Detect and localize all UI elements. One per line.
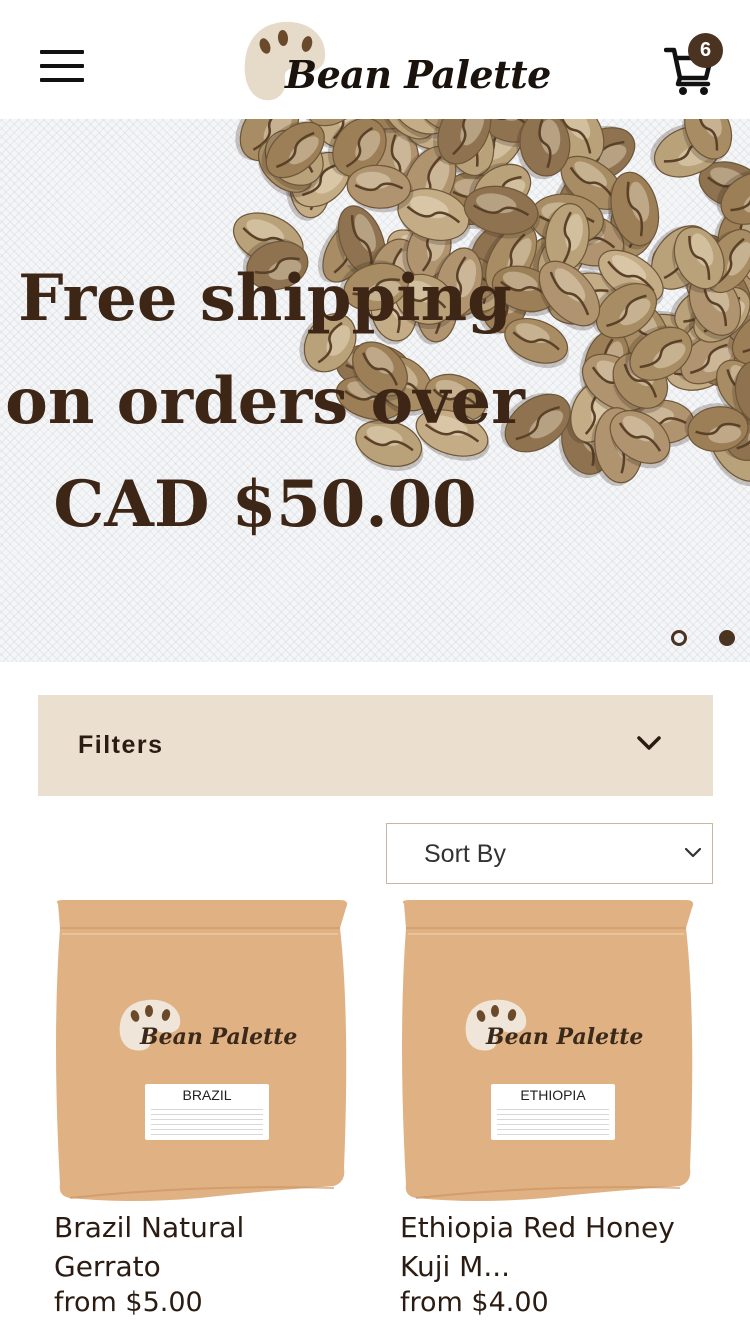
bag-label-lines bbox=[151, 1107, 263, 1135]
product-name-line-1: Ethiopia Red Honey bbox=[400, 1211, 675, 1244]
product-name-line-1: Brazil Natural bbox=[54, 1211, 245, 1244]
product-card[interactable]: Bean Palette ETHIOPIA Ethiopia Red Honey… bbox=[396, 898, 696, 1318]
product-name[interactable]: Ethiopia Red Honey Kuji M... bbox=[400, 1208, 700, 1286]
cart-button[interactable]: 6 bbox=[662, 33, 728, 98]
site-header: Bean Palette 6 bbox=[0, 0, 750, 119]
bag-brand-text: Bean Palette bbox=[140, 1024, 298, 1050]
product-price: from $5.00 bbox=[54, 1287, 203, 1318]
product-card[interactable]: Bean Palette BRAZIL Brazil Natural Gerra… bbox=[50, 898, 350, 1318]
hero-line-2: on orders over bbox=[5, 364, 525, 439]
product-bag-image bbox=[402, 900, 694, 1201]
logo-text: Bean Palette bbox=[285, 52, 551, 97]
carousel-dot-1[interactable] bbox=[671, 630, 687, 646]
sort-by-label: Sort By bbox=[424, 840, 506, 868]
product-price: from $4.00 bbox=[400, 1287, 549, 1318]
hero-banner[interactable]: Free shipping on orders over CAD $50.00 bbox=[0, 119, 750, 662]
hamburger-menu-icon[interactable] bbox=[40, 50, 84, 86]
chevron-down-icon bbox=[684, 847, 702, 858]
filters-toggle[interactable]: Filters bbox=[38, 695, 713, 796]
bag-label: ETHIOPIA bbox=[491, 1084, 615, 1140]
filters-label: Filters bbox=[78, 731, 164, 759]
bag-brand-text: Bean Palette bbox=[486, 1024, 644, 1050]
bag-origin-text: BRAZIL bbox=[182, 1087, 232, 1103]
bag-label-lines bbox=[497, 1107, 609, 1135]
bag-label: BRAZIL bbox=[145, 1084, 269, 1140]
hero-line-3: CAD $50.00 bbox=[53, 467, 477, 542]
product-name-line-2: Kuji M... bbox=[400, 1250, 511, 1283]
hero-headline: Free shipping on orders over CAD $50.00 bbox=[0, 247, 530, 556]
sort-by-select[interactable]: Sort By bbox=[386, 823, 713, 884]
bag-origin-text: ETHIOPIA bbox=[520, 1087, 586, 1103]
product-name-line-2: Gerrato bbox=[54, 1250, 161, 1283]
product-bag-image bbox=[56, 900, 348, 1201]
carousel-dot-2[interactable] bbox=[719, 630, 735, 646]
chevron-down-icon bbox=[637, 736, 661, 750]
product-name[interactable]: Brazil Natural Gerrato bbox=[54, 1208, 354, 1286]
hero-line-1: Free shipping bbox=[18, 261, 512, 336]
site-logo[interactable]: Bean Palette bbox=[243, 20, 551, 104]
cart-count-badge: 6 bbox=[688, 33, 723, 68]
